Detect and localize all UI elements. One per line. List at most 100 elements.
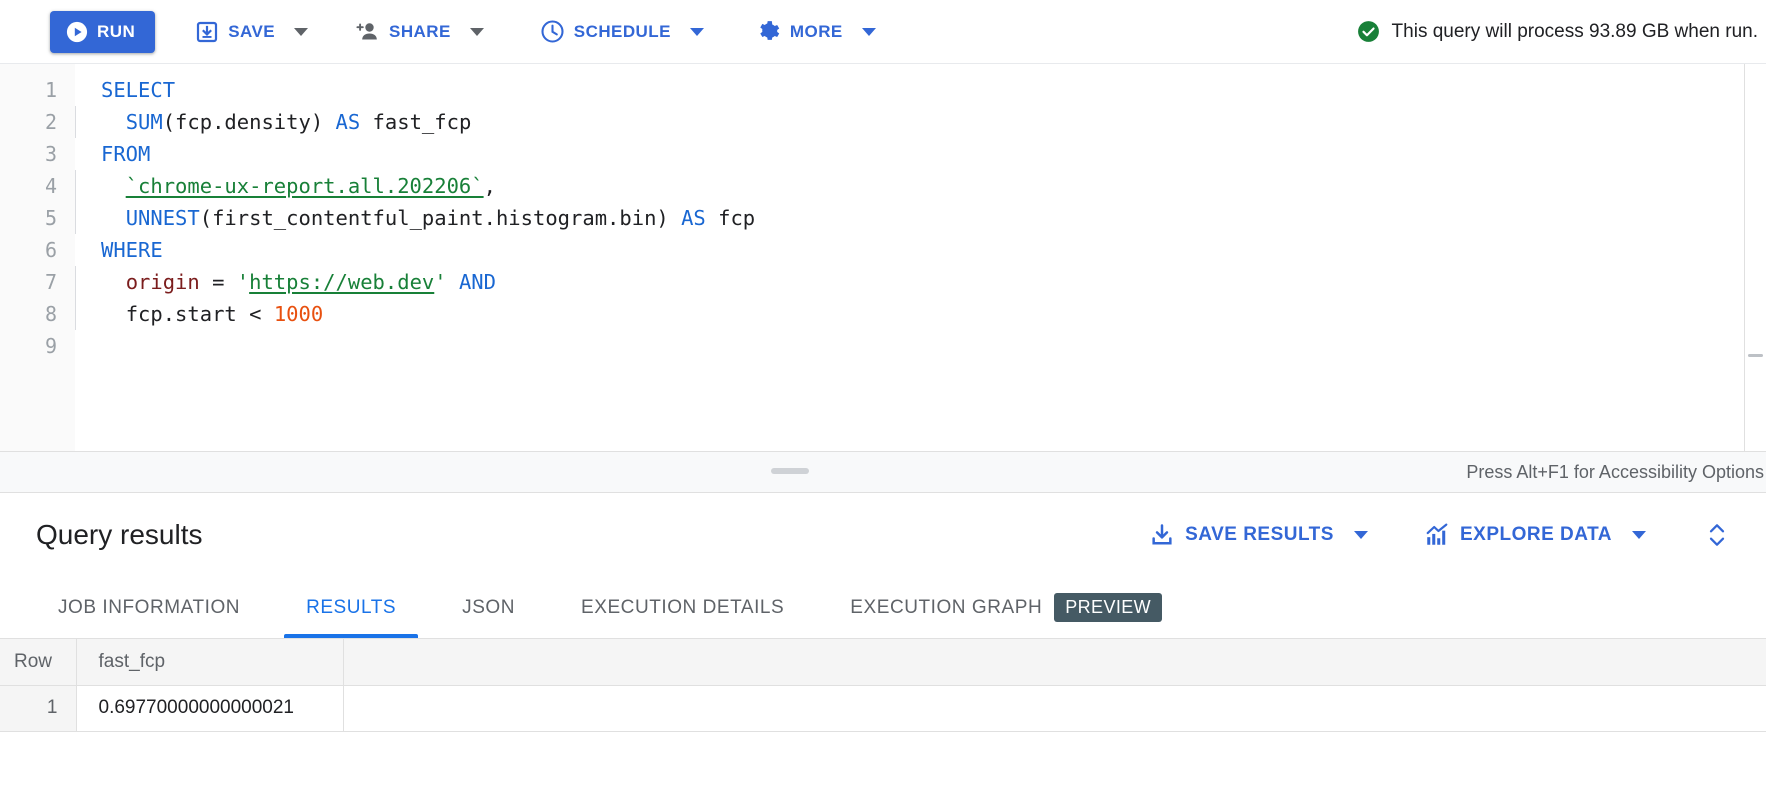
editor-right-divider (1744, 64, 1745, 451)
cell-row-number: 1 (0, 685, 77, 732)
accessibility-hint: Press Alt+F1 for Accessibility Options (1466, 461, 1764, 482)
run-button[interactable]: RUN (50, 10, 156, 53)
line-number: 1 (44, 78, 57, 102)
token-comma: , (483, 174, 496, 198)
line-number: 2 (44, 110, 57, 134)
query-cost-estimate: This query will process 93.89 GB when ru… (1356, 19, 1758, 44)
code-line-1: SELECT (75, 74, 1745, 106)
schedule-button[interactable]: SCHEDULE (534, 11, 710, 53)
token-quote-open: ' (236, 270, 250, 294)
token-origin: origin (125, 270, 200, 294)
query-results-header: Query results SAVE RESULTS EXPLORE DATA (0, 493, 1766, 577)
tab-label: EXECUTION GRAPH (850, 596, 1043, 618)
tab-job-information[interactable]: JOB INFORMATION (36, 577, 262, 638)
line-number: 8 (44, 302, 57, 326)
chart-bars-icon (1424, 522, 1450, 548)
table-header-row: Row fast_fcp (0, 639, 1766, 686)
more-button-label: MORE (789, 22, 843, 41)
results-table-body: 1 0.69770000000000021 (0, 685, 1766, 732)
table-row[interactable]: 1 0.69770000000000021 (0, 685, 1766, 732)
save-icon (195, 20, 219, 44)
share-button[interactable]: SHARE (348, 11, 490, 53)
gear-icon (756, 19, 781, 44)
run-button-label: RUN (97, 21, 136, 41)
tab-label: RESULTS (306, 596, 397, 618)
person-add-icon (354, 20, 380, 44)
chevron-down-icon (469, 27, 484, 36)
tab-label: JSON (462, 596, 516, 618)
schedule-button-label: SCHEDULE (573, 22, 671, 41)
play-circle-icon (66, 21, 88, 43)
save-results-label: SAVE RESULTS (1185, 524, 1334, 545)
more-button[interactable]: MORE (750, 11, 882, 53)
results-title: Query results (36, 519, 203, 550)
line-number: 4 (44, 174, 57, 198)
token-equals: = (212, 270, 225, 294)
chevron-down-icon (1353, 531, 1368, 539)
clock-icon (540, 19, 565, 44)
token-sum-args: (fcp.density) (162, 110, 324, 134)
results-table-head: Row fast_fcp (0, 639, 1766, 686)
token-unnest-args: (first_contentful_paint.histogram.bin) (199, 206, 669, 230)
code-line-2: SUM(fcp.density) AS fast_fcp (75, 106, 1745, 138)
token-and: AND (458, 270, 496, 294)
chevron-down-icon (689, 27, 704, 36)
token-where: WHERE (101, 238, 163, 262)
token-as: AS (335, 110, 361, 134)
query-toolbar: RUN SAVE SHARE SCHEDULE MORE This query … (0, 0, 1766, 64)
save-button-label: SAVE (228, 22, 276, 41)
tab-execution-graph[interactable]: EXECUTION GRAPH PREVIEW (828, 577, 1184, 638)
token-fast-fcp-alias: fast_fcp (372, 110, 472, 134)
token-select: SELECT (101, 78, 176, 102)
explore-data-button[interactable]: EXPLORE DATA (1416, 522, 1654, 548)
sql-editor[interactable]: 1 2 3 4 5 6 7 8 9 SELECT SUM(fcp.density… (0, 64, 1745, 451)
token-as: AS (681, 206, 706, 230)
line-number: 3 (44, 142, 57, 166)
column-header-fast-fcp[interactable]: fast_fcp (76, 639, 344, 686)
column-header-filler (343, 639, 1766, 686)
code-line-7: origin = 'https://web.dev' AND (75, 266, 1745, 298)
token-fcp-start: fcp.start (125, 302, 237, 326)
tab-results[interactable]: RESULTS (284, 577, 419, 638)
line-number: 9 (44, 334, 57, 358)
line-number: 7 (44, 270, 57, 294)
explore-data-label: EXPLORE DATA (1459, 524, 1612, 545)
chevron-down-icon (1632, 531, 1646, 539)
save-button[interactable]: SAVE (189, 11, 314, 53)
panel-resize-handle[interactable] (771, 468, 809, 474)
token-url-literal[interactable]: https://web.dev (249, 270, 434, 294)
cell-filler (343, 685, 1766, 732)
save-results-button[interactable]: SAVE RESULTS (1141, 522, 1376, 548)
chevron-down-icon (294, 27, 309, 36)
tab-json[interactable]: JSON (440, 577, 537, 638)
token-from: FROM (101, 142, 151, 166)
sql-editor-panel: 1 2 3 4 5 6 7 8 9 SELECT SUM(fcp.density… (0, 64, 1766, 452)
line-number: 6 (44, 238, 57, 262)
expand-collapse-panel-button[interactable] (1694, 516, 1740, 554)
share-button-label: SHARE (389, 22, 451, 41)
query-cost-text: This query will process 93.89 GB when ru… (1391, 20, 1758, 42)
token-table-reference[interactable]: `chrome-ux-report.all.202206` (126, 174, 484, 198)
code-line-5: UNNEST(first_contentful_paint.histogram.… (75, 202, 1745, 234)
column-header-row[interactable]: Row (0, 639, 77, 686)
line-number: 5 (44, 206, 57, 230)
editor-status-strip: Press Alt+F1 for Accessibility Options (0, 452, 1766, 493)
tab-label: JOB INFORMATION (58, 596, 241, 618)
chevron-down-icon (861, 27, 876, 36)
sql-code-area[interactable]: SELECT SUM(fcp.density) AS fast_fcp FROM… (75, 64, 1745, 451)
unfold-more-icon (1704, 520, 1730, 550)
token-less-than: < (249, 302, 262, 326)
results-table: Row fast_fcp 1 0.69770000000000021 (0, 639, 1766, 732)
token-unnest: UNNEST (125, 206, 200, 230)
token-fcp-alias: fcp (718, 206, 756, 230)
preview-badge: PREVIEW (1054, 592, 1163, 623)
token-sum: SUM (125, 110, 163, 134)
editor-line-number-gutter: 1 2 3 4 5 6 7 8 9 (0, 64, 75, 451)
token-quote-close: ' (434, 270, 447, 294)
tab-execution-details[interactable]: EXECUTION DETAILS (559, 577, 806, 638)
download-icon (1149, 522, 1175, 548)
token-number-1000: 1000 (273, 302, 324, 326)
editor-vertical-scrollbar[interactable] (1748, 354, 1763, 357)
code-line-4: `chrome-ux-report.all.202206`, (75, 170, 1745, 202)
